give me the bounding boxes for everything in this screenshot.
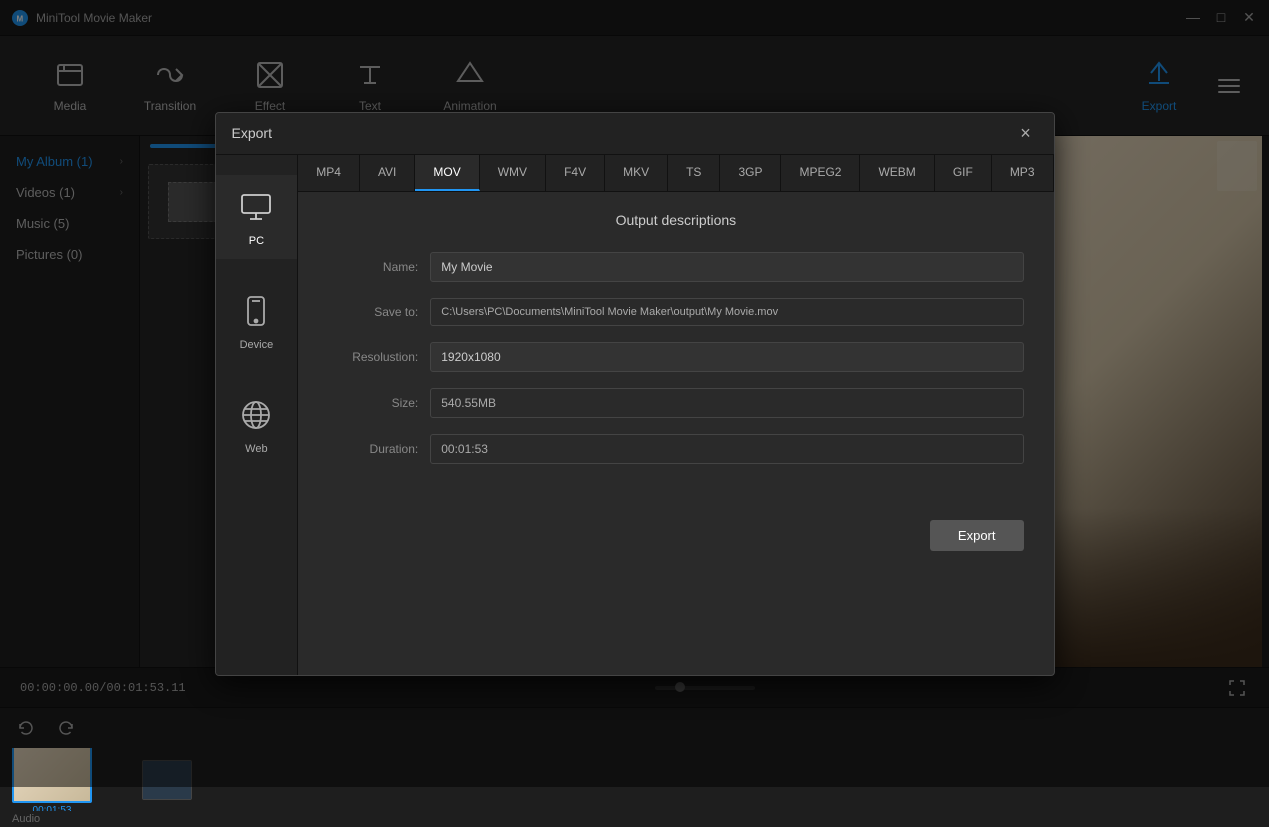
output-size-row: Size: 540.55MB [328, 388, 1023, 418]
dest-pc[interactable]: PC [216, 175, 298, 259]
duration-value: 00:01:53 [430, 434, 1023, 464]
format-tab-mpeg2[interactable]: MPEG2 [781, 155, 860, 191]
format-tab-mkv[interactable]: MKV [605, 155, 668, 191]
dest-device-label: Device [240, 339, 274, 351]
dest-web-label: Web [245, 443, 267, 455]
web-icon [236, 395, 276, 435]
format-tab-3gp[interactable]: 3GP [720, 155, 781, 191]
export-action-button[interactable]: Export [930, 520, 1024, 551]
format-tab-mp4[interactable]: MP4 [298, 155, 360, 191]
modal-title: Export [232, 125, 272, 141]
format-tabs: MP4 AVI MOV WMV F4V MKV TS 3GP MPEG2 WEB… [298, 155, 1053, 192]
duration-label: Duration: [328, 442, 418, 456]
format-tab-webm[interactable]: WEBM [860, 155, 934, 191]
export-modal: Export × PC [215, 112, 1055, 676]
monitor-icon [236, 187, 276, 227]
output-resolution-row: Resolustion: 1920x1080 1280x720 854x480 [328, 342, 1023, 372]
format-tab-ts[interactable]: TS [668, 155, 720, 191]
size-value: 540.55MB [430, 388, 1023, 418]
modal-overlay: Export × PC [0, 0, 1269, 787]
device-icon [236, 291, 276, 331]
audio-track-label: Audio [0, 811, 1269, 827]
clip-timestamp: 00:01:53 [33, 805, 72, 811]
dest-device[interactable]: Device [216, 279, 298, 363]
name-input[interactable] [430, 252, 1023, 282]
output-name-row: Name: [328, 252, 1023, 282]
output-saveto-row: Save to: C:\Users\PC\Documents\MiniTool … [328, 298, 1023, 326]
format-tab-mp3[interactable]: MP3 [992, 155, 1054, 191]
output-duration-row: Duration: 00:01:53 [328, 434, 1023, 464]
modal-close-button[interactable]: × [1014, 121, 1038, 145]
format-tab-f4v[interactable]: F4V [546, 155, 605, 191]
format-tab-avi[interactable]: AVI [360, 155, 415, 191]
modal-sidebar: PC Device [216, 155, 299, 675]
dest-pc-label: PC [249, 235, 264, 247]
output-section: Output descriptions Name: Save to: C:\Us… [298, 192, 1053, 500]
resolution-wrap: 1920x1080 1280x720 854x480 [430, 342, 1023, 372]
output-title: Output descriptions [328, 212, 1023, 228]
dest-web[interactable]: Web [216, 383, 298, 467]
format-tab-wmv[interactable]: WMV [480, 155, 546, 191]
name-label: Name: [328, 260, 418, 274]
resolution-label: Resolustion: [328, 350, 418, 364]
modal-content: MP4 AVI MOV WMV F4V MKV TS 3GP MPEG2 WEB… [298, 155, 1053, 675]
export-button-wrap: Export [298, 500, 1053, 571]
resolution-select[interactable]: 1920x1080 1280x720 854x480 [430, 342, 1023, 372]
modal-body: PC Device [216, 155, 1054, 675]
format-tab-gif[interactable]: GIF [935, 155, 992, 191]
modal-header: Export × [216, 113, 1054, 155]
format-tab-mov[interactable]: MOV [415, 155, 479, 191]
saveto-label: Save to: [328, 305, 418, 319]
size-label: Size: [328, 396, 418, 410]
saveto-value: C:\Users\PC\Documents\MiniTool Movie Mak… [430, 298, 1023, 326]
